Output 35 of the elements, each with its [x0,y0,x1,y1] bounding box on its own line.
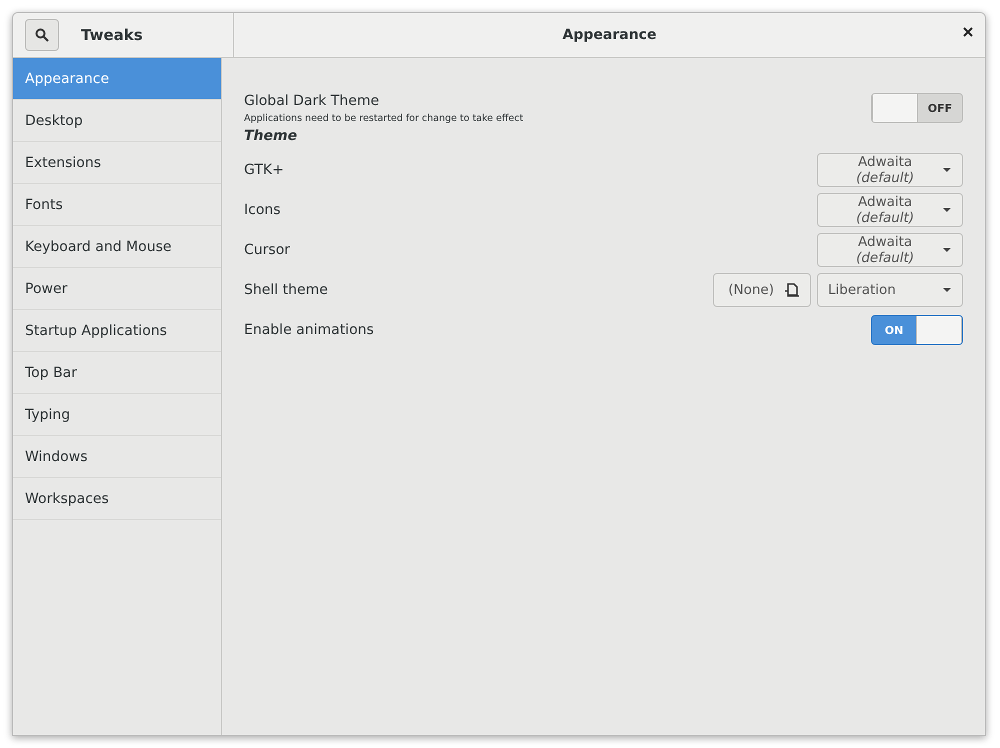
sidebar-item[interactable]: Extensions [13,142,221,184]
sidebar-item[interactable]: Top Bar [13,352,221,394]
sidebar-item[interactable]: Power [13,268,221,310]
sidebar-item[interactable]: Windows [13,436,221,478]
setting-label: Global Dark Theme [244,92,380,108]
sidebar-item[interactable]: Fonts [13,184,221,226]
sidebar-item[interactable]: Desktop [13,100,221,142]
dropdown[interactable]: Adwaita (default) [817,233,963,267]
setting-description: Applications need to be restarted for change to take effect [244,112,524,124]
sidebar-item[interactable]: Workspaces [13,478,221,520]
sidebar-item[interactable]: Keyboard and Mouse [13,226,221,268]
setting-label: Shell theme [244,282,328,298]
caret-icon [942,287,952,293]
toggle-switch[interactable]: OFF [871,93,963,123]
dropdown[interactable]: Adwaita (default) [817,153,963,187]
dropdown[interactable]: Liberation [817,273,963,307]
caret-icon [942,247,952,253]
setting-label: Enable animations [244,322,374,338]
search-button[interactable] [25,19,59,51]
setting-label: Cursor [244,242,290,258]
caret-icon [942,207,952,213]
sidebar-item[interactable]: Typing [13,394,221,436]
section-heading: Theme [244,128,298,146]
setting-label: Icons [244,202,281,218]
dropdown[interactable]: Adwaita (default) [817,193,963,227]
setting-label: GTK+ [244,162,284,178]
sidebar-item[interactable]: Startup Applications [13,310,221,352]
file-icon [784,283,800,297]
page-title: Appearance [562,27,656,43]
close-icon [963,27,973,37]
app-title: Tweaks [81,26,143,44]
search-icon [35,28,49,42]
none-button[interactable]: (None) [713,273,811,307]
close-button[interactable] [961,25,975,39]
caret-icon [942,167,952,173]
